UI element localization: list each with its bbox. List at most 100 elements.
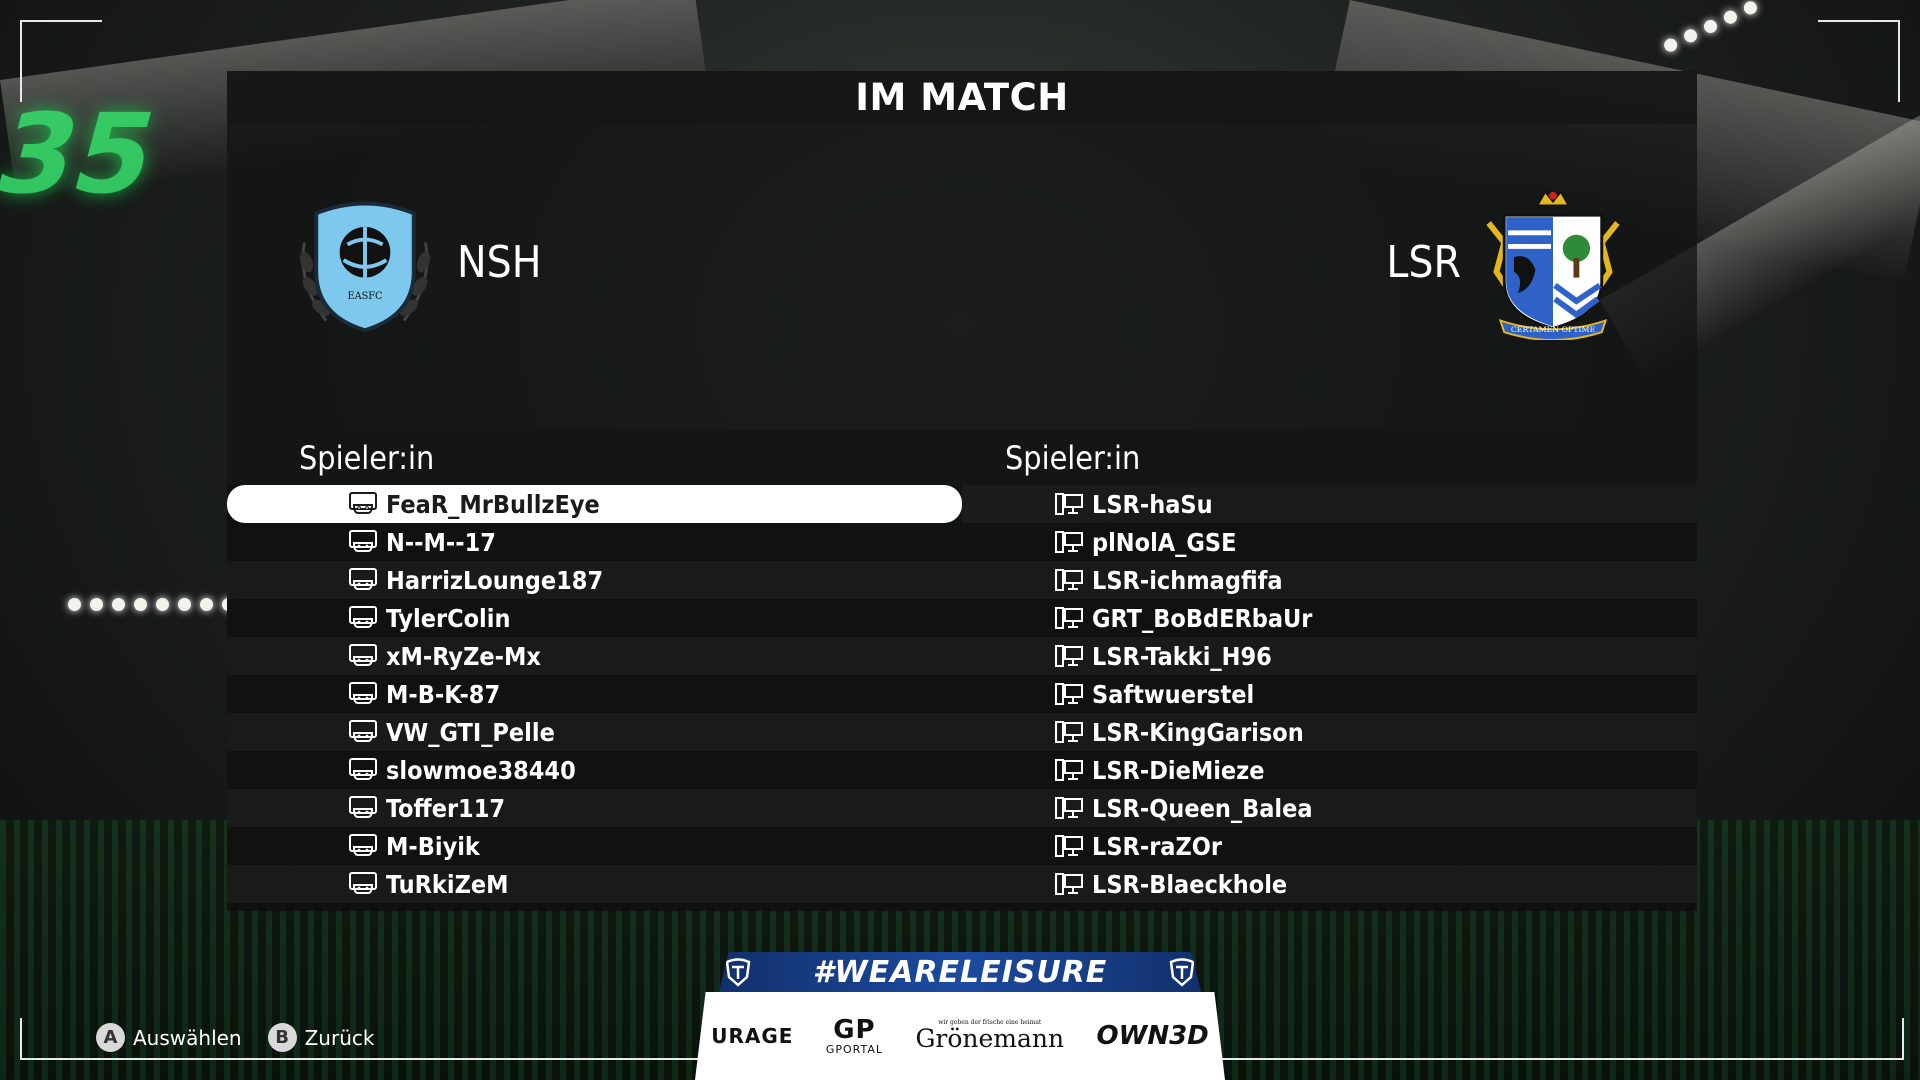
console-icon <box>348 491 378 517</box>
frame-corner <box>1818 20 1900 102</box>
player-name: LSR-raZOr <box>1092 831 1222 861</box>
console-icon <box>348 795 378 821</box>
stadium-lights <box>68 598 235 611</box>
gportal-mark: GP <box>833 1014 876 1045</box>
away-crest-icon: CERTAMEN OPTIME <box>1486 190 1620 340</box>
away-team-name: LSR <box>1386 236 1461 288</box>
player-name: N--M--17 <box>386 527 496 557</box>
pc-icon <box>1054 757 1084 783</box>
gronemann-text: Grönemann <box>915 1024 1065 1053</box>
player-name: LSR-Blaeckhole <box>1092 869 1288 899</box>
player-name: LSR-DieMieze <box>1092 755 1265 785</box>
console-icon <box>348 871 378 897</box>
home-player-row[interactable]: xM-RyZe-Mx <box>227 637 962 675</box>
player-name: LSR-haSu <box>1092 489 1213 519</box>
player-name: LSR-Queen_Balea <box>1092 793 1313 823</box>
gportal-text: GPORTAL <box>825 1042 884 1056</box>
pc-icon <box>1054 643 1084 669</box>
home-player-row[interactable]: M-B-K-87 <box>227 675 962 713</box>
back-hint[interactable]: B Zurück <box>267 1023 375 1052</box>
player-name: Toffer117 <box>386 793 506 823</box>
pc-icon <box>1054 833 1084 859</box>
home-player-row[interactable]: N--M--17 <box>227 523 962 561</box>
away-player-row[interactable]: GRT_BoBdERbaUr <box>962 599 1697 637</box>
home-crest-text: EASFC <box>347 291 382 302</box>
away-player-row[interactable]: LSR-Blaeckhole <box>962 865 1697 903</box>
home-player-row[interactable]: slowmoe38440 <box>227 751 962 789</box>
player-name: slowmoe38440 <box>386 755 576 785</box>
player-name: LSR-ichmagfifa <box>1092 565 1283 595</box>
away-player-row[interactable]: LSR-DieMieze <box>962 751 1697 789</box>
away-player-row[interactable]: Saftwuerstel <box>962 675 1697 713</box>
player-name: plNolA_GSE <box>1092 527 1237 557</box>
console-icon <box>348 567 378 593</box>
select-label: Auswählen <box>133 1025 242 1050</box>
pc-icon <box>1054 567 1084 593</box>
away-player-row[interactable]: LSR-haSu <box>962 485 1697 523</box>
pc-icon <box>1054 681 1084 707</box>
home-team-name: NSH <box>457 236 542 288</box>
player-name: M-B-K-87 <box>386 679 501 709</box>
pc-icon <box>1054 529 1084 555</box>
player-name: M-Biyik <box>386 831 480 861</box>
home-player-list: Spieler:in FeaR_MrBullzEye N--M--17 Harriz… <box>227 430 962 911</box>
away-player-row[interactable]: LSR-raZOr <box>962 827 1697 865</box>
console-icon <box>348 681 378 707</box>
player-name: FeaR_MrBullzEye <box>386 489 600 519</box>
away-player-row[interactable]: LSR-ichmagfifa <box>962 561 1697 599</box>
pc-icon <box>1054 795 1084 821</box>
gportal-logo: GP GPORTAL <box>826 1017 883 1056</box>
away-player-row[interactable]: plNolA_GSE <box>962 523 1697 561</box>
pc-icon <box>1054 605 1084 631</box>
home-crest-icon: EASFC <box>299 201 431 333</box>
own3d-logo: OWN3D <box>1096 1021 1209 1051</box>
select-hint[interactable]: A Auswählen <box>96 1023 242 1052</box>
home-player-row[interactable]: TuRkiZeM <box>227 865 962 903</box>
shield-icon <box>1169 958 1195 987</box>
player-name: xM-RyZe-Mx <box>386 641 541 671</box>
console-icon <box>348 757 378 783</box>
b-button-icon: B <box>267 1023 297 1052</box>
frame-corner <box>20 20 102 102</box>
console-icon <box>348 719 378 745</box>
button-hints: A Auswählen B Zurück <box>96 1023 374 1052</box>
player-name: HarrizLounge187 <box>386 565 604 595</box>
away-crest-motto: CERTAMEN OPTIME <box>1511 325 1596 334</box>
player-lists: Spieler:in FeaR_MrBullzEye N--M--17 Harriz… <box>227 430 1697 911</box>
gronemann-logo: wir geben der frische eine heimat Grönem… <box>915 1019 1064 1053</box>
home-player-row[interactable]: TylerColin <box>227 599 962 637</box>
away-team: LSR CERTAMEN OPTIME <box>1386 184 1631 340</box>
home-player-row[interactable]: M-Biyik <box>227 827 962 865</box>
pc-icon <box>1054 871 1084 897</box>
hashtag-bar: #WEARELEISURE <box>719 952 1201 992</box>
away-player-row[interactable]: LSR-Takki_H96 <box>962 637 1697 675</box>
console-icon <box>348 529 378 555</box>
home-player-row[interactable]: FeaR_MrBullzEye <box>227 485 962 523</box>
player-name: VW_GTI_Pelle <box>386 717 555 747</box>
away-player-row[interactable]: LSR-KingGarison <box>962 713 1697 751</box>
back-label: Zurück <box>304 1025 375 1050</box>
home-player-row[interactable]: HarrizLounge187 <box>227 561 962 599</box>
pc-icon <box>1054 719 1084 745</box>
sponsor-banner: #WEARELEISURE URAGE GP GPORTAL wir geben… <box>695 952 1225 1080</box>
home-player-row[interactable]: Toffer117 <box>227 789 962 827</box>
shield-icon <box>725 958 751 987</box>
player-name: LSR-KingGarison <box>1092 717 1304 747</box>
player-name: TylerColin <box>386 603 511 633</box>
player-name: Saftwuerstel <box>1092 679 1255 709</box>
home-player-row[interactable]: VW_GTI_Pelle <box>227 713 962 751</box>
page-title: IM MATCH <box>227 71 1697 124</box>
match-panel: IM MATCH EASFC NSH LSR CERTAMEN OPTIME S… <box>227 71 1697 911</box>
console-icon <box>348 833 378 859</box>
home-list-header: Spieler:in <box>227 430 962 485</box>
player-name: TuRkiZeM <box>386 869 509 899</box>
away-list-header: Spieler:in <box>962 430 1697 485</box>
console-icon <box>348 643 378 669</box>
player-name: GRT_BoBdERbaUr <box>1092 603 1313 633</box>
away-player-list: Spieler:in LSR-haSu plNolA_GSE LSR-ichmagf… <box>962 430 1697 911</box>
away-player-row[interactable]: LSR-Queen_Balea <box>962 789 1697 827</box>
sponsor-logos: URAGE GP GPORTAL wir geben der frische e… <box>695 992 1225 1080</box>
a-button-icon: A <box>96 1023 125 1052</box>
console-icon <box>348 605 378 631</box>
player-name: LSR-Takki_H96 <box>1092 641 1272 671</box>
